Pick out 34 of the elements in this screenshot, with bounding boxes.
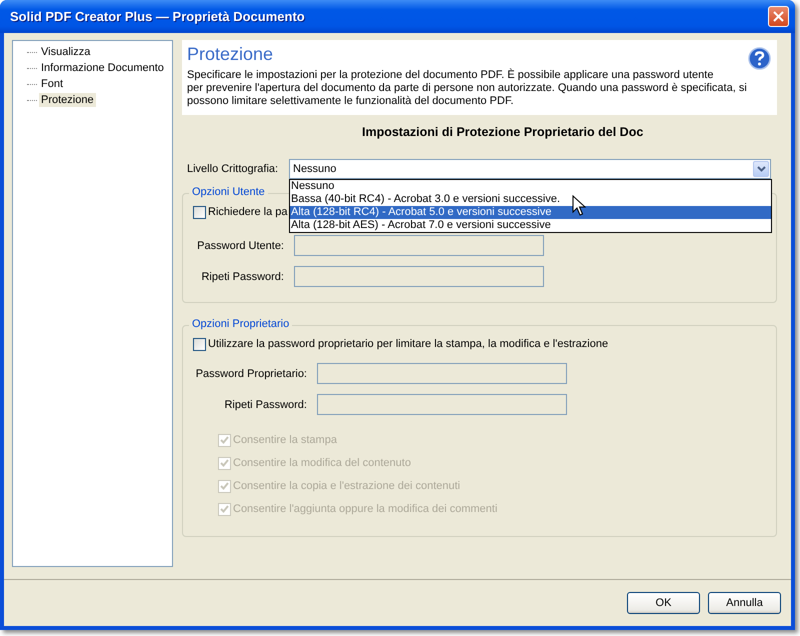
description-text: per prevenire l'apertura del documento da parte di persone non autorizzate. Quando una password è specificata, si [187,82,747,95]
tree-item[interactable]: Visualizza [39,45,92,59]
field-label: Ripeti Password: [200,270,285,282]
cancel-button[interactable]: Annulla [708,592,781,614]
close-button[interactable] [768,6,789,27]
tree-item[interactable]: Protezione [39,93,96,107]
field-label: Ripeti Password: [223,398,308,410]
checkbox[interactable] [193,338,206,350]
window-title: Solid PDF Creator Plus — Proprietà Documento [10,9,305,24]
field-label: Livello Crittografia: [187,163,280,175]
permission-label: Consentire la modifica del contenuto [233,457,411,469]
field-label: Password Utente: [196,240,285,252]
permission-label: Consentire la copia e l'estrazione dei contenuti [233,480,460,492]
group-legend: Opzioni Proprietario [189,318,292,330]
dropdown-value: Nessuno [293,163,336,175]
ok-button[interactable]: OK [627,592,700,614]
close-icon [773,11,784,22]
section-title: Impostazioni di Protezione Proprietario del Doc [361,124,644,141]
dropdown-option[interactable]: Alta (128-bit RC4) - Acrobat 5.0 e versioni successive [290,206,771,219]
checkbox-label: Utilizzare la password proprietario per limitare la stampa, la modifica e l'estrazione [208,338,608,350]
cursor-icon [572,195,586,217]
group-legend: Opzioni Utente [189,186,268,198]
description-text: possono limitare selettivamente le funzionalità del documento PDF. [187,95,515,108]
description-text: Specificare le impostazioni per la protezione del documento PDF. È possibile applicare una password utente [187,69,714,82]
permission-label: Consentire la stampa [233,434,337,446]
page-title: Protezione [187,44,274,65]
permission-label: Consentire l'aggiunta oppure la modifica dei commenti [233,503,498,515]
help-icon[interactable] [748,47,771,70]
checkbox-label: Richiedere la pa [208,206,288,218]
tree-item[interactable]: Informazione Documento [39,61,166,75]
checkbox[interactable] [193,206,206,218]
encryption-dropdown[interactable]: Nessuno [289,159,771,179]
field-label: Password Proprietario: [194,368,308,380]
tree-item[interactable]: Font [39,77,66,91]
